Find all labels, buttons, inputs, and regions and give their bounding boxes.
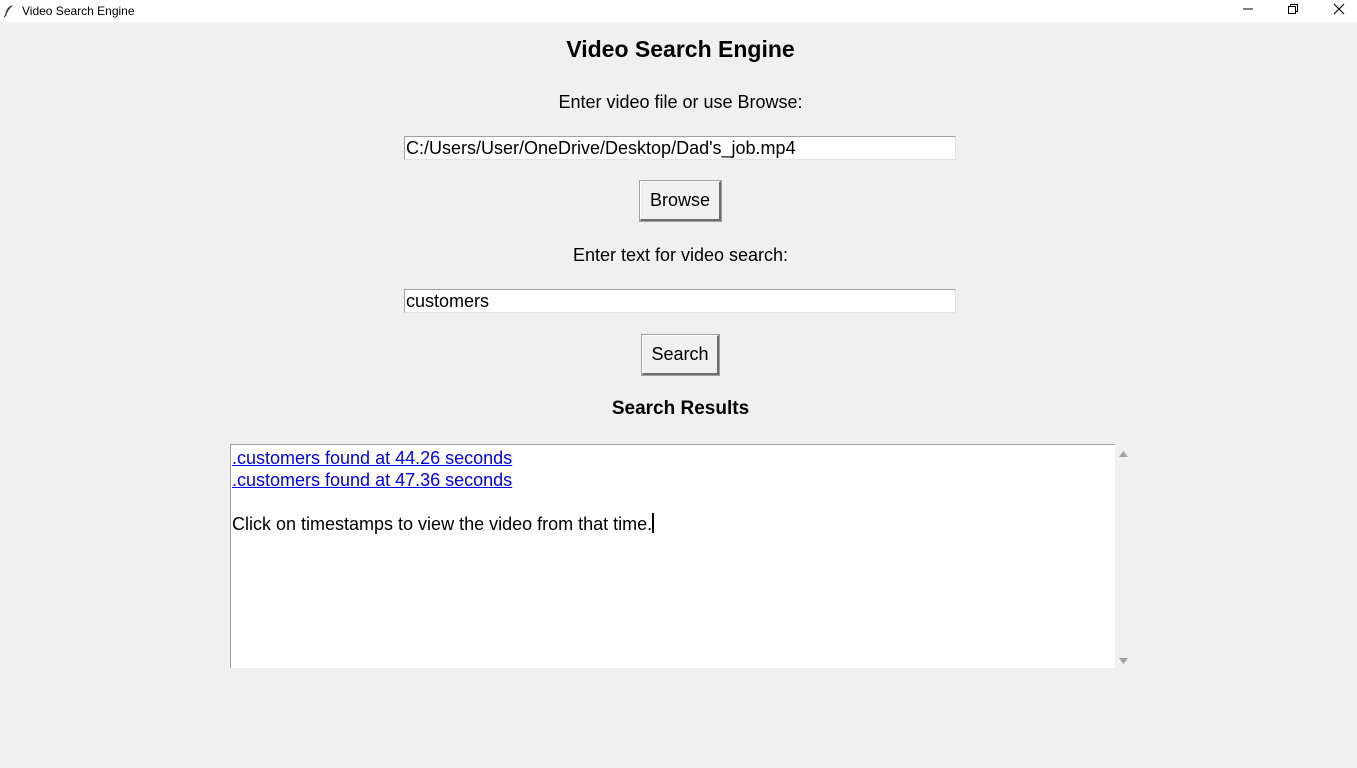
result-link[interactable]: .customers found at 47.36 seconds [232,469,512,491]
minimize-button[interactable] [1225,0,1271,22]
scroll-down-arrow-icon [1119,651,1128,669]
feather-icon [3,4,15,18]
search-input[interactable]: customers [404,289,956,313]
maximize-button[interactable] [1270,0,1316,22]
browse-button[interactable]: Browse [639,180,722,222]
search-label: Enter text for video search: [572,245,789,265]
page-title: Video Search Engine [566,36,795,62]
results-hint: Click on timestamps to view the video fr… [232,514,653,534]
app-window: Video Search Engine Video Search Engine … [0,0,1357,768]
result-link[interactable]: .customers found at 44.26 seconds [232,447,512,469]
scroll-up-button[interactable] [1115,444,1132,461]
file-path-input[interactable]: C:/Users/User/OneDrive/Desktop/Dad's_job… [404,136,956,160]
scroll-up-arrow-icon [1119,444,1128,462]
results-scrollbar[interactable] [1115,444,1132,668]
results-heading: Search Results [611,398,750,419]
text-caret [652,513,655,533]
hint-line: Click on timestamps to view the video fr… [232,513,1115,535]
file-label: Enter video file or use Browse: [558,92,803,112]
scroll-down-button[interactable] [1115,651,1132,668]
restore-icon [1287,2,1299,20]
search-button[interactable]: Search [641,334,720,376]
close-icon [1333,2,1345,20]
window-title: Video Search Engine [22,4,135,18]
minimize-icon [1242,2,1254,20]
title-bar[interactable]: Video Search Engine [0,0,1357,22]
results-textbox[interactable]: .customers found at 44.26 seconds .custo… [230,444,1115,668]
close-button[interactable] [1316,0,1357,22]
